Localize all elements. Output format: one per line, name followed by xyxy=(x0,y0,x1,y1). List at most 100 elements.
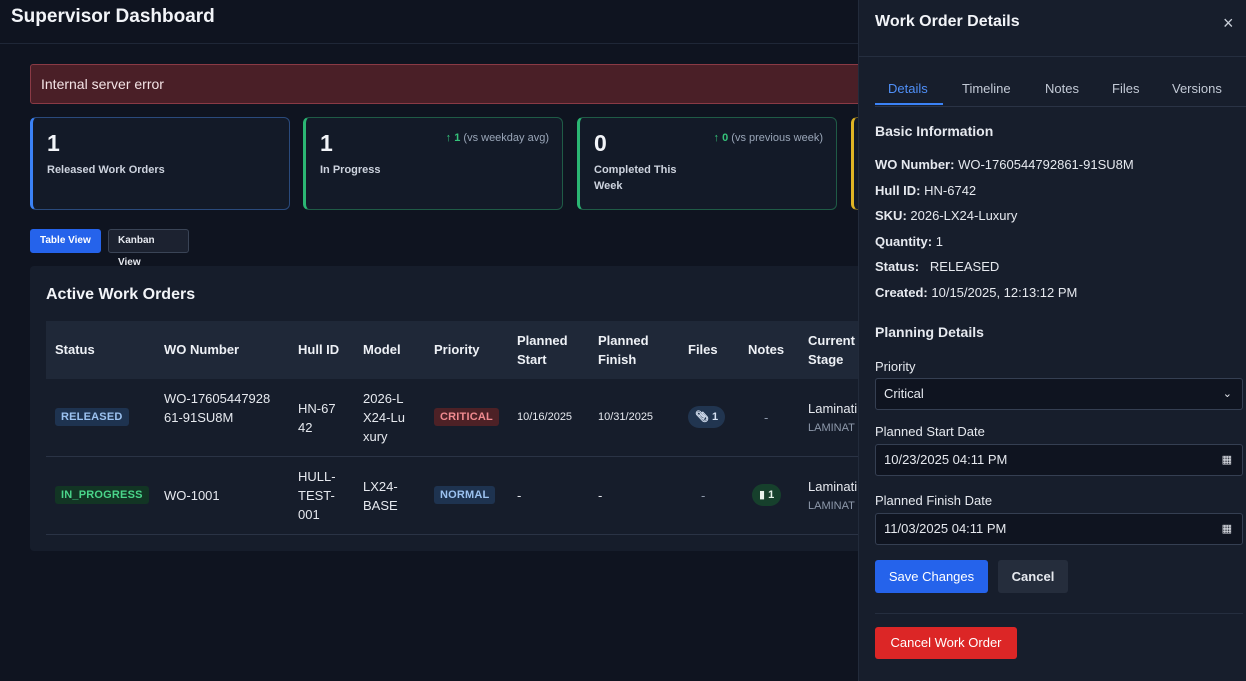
planned-finish: 10/31/2025 xyxy=(598,411,654,423)
planned-start: 10/16/2025 xyxy=(517,411,573,423)
stat-card-in-progress: 1 ↑ 1 (vs weekday avg) In Progress xyxy=(303,117,563,210)
stat-value: 1 xyxy=(320,130,333,156)
active-tab-indicator xyxy=(875,103,943,105)
cancel-work-order-button[interactable]: Cancel Work Order xyxy=(875,627,1017,659)
kv-value: 1 xyxy=(935,234,943,249)
col-files[interactable]: Files xyxy=(688,340,718,359)
stat-value: 1 xyxy=(47,130,60,156)
basic-info-heading: Basic Information xyxy=(875,123,994,139)
chevron-down-icon: ⌄ xyxy=(1222,388,1232,400)
delta-up: ↑ 1 xyxy=(445,132,461,144)
stat-value: 0 xyxy=(594,130,607,156)
calendar-icon[interactable]: ▦ xyxy=(1222,514,1232,544)
status-badge: RELEASED xyxy=(55,408,129,426)
start-date-input[interactable]: 10/23/2025 04:11 PM ▦ xyxy=(875,444,1243,476)
status-field: Status: RELEASED xyxy=(875,259,999,274)
kv-key: Created: xyxy=(875,285,928,300)
stat-label: In Progress xyxy=(320,164,381,176)
calendar-icon[interactable]: ▦ xyxy=(1222,445,1232,475)
col-planned-start[interactable]: Planned Start xyxy=(517,331,577,369)
paperclip-icon: 📎︎ xyxy=(695,411,709,423)
active-work-orders-panel: Active Work Orders Status WO Number Hull… xyxy=(30,266,890,551)
close-icon[interactable]: × xyxy=(1223,13,1234,34)
current-stage: Laminati xyxy=(808,401,858,416)
finish-date-value: 11/03/2025 04:11 PM xyxy=(884,521,1007,536)
table-view-button[interactable]: Table View xyxy=(30,229,101,253)
quantity-field: Quantity: 1 xyxy=(875,234,943,249)
tab-versions[interactable]: Versions xyxy=(1172,81,1222,96)
kv-key: Status: xyxy=(875,259,920,274)
delta-up: ↑ 0 xyxy=(713,132,729,144)
stat-delta: ↑ 1 (vs weekday avg) xyxy=(446,132,549,144)
current-stage-code: LAMINAT xyxy=(808,422,855,434)
hull-id: HULL-TEST-001 xyxy=(298,469,336,522)
stat-delta: ↑ 0 (vs previous week) xyxy=(714,132,823,144)
sku-field: SKU: 2026-LX24-Luxury xyxy=(875,208,1017,223)
kanban-view-button[interactable]: Kanban View xyxy=(108,229,189,268)
divider xyxy=(859,56,1246,57)
table-row[interactable]: IN_PROGRESS WO-1001 HULL-TEST-001 LX24-B… xyxy=(46,457,890,535)
kv-key: Quantity: xyxy=(875,234,933,249)
stat-label: Completed This Week xyxy=(594,164,677,192)
priority-value: Critical xyxy=(884,386,924,401)
col-priority[interactable]: Priority xyxy=(434,340,480,359)
col-wo-number[interactable]: WO Number xyxy=(164,340,239,359)
col-model[interactable]: Model xyxy=(363,340,401,359)
cancel-button[interactable]: Cancel xyxy=(998,560,1068,593)
priority-badge: NORMAL xyxy=(434,486,496,504)
col-notes[interactable]: Notes xyxy=(748,340,784,359)
planned-finish: - xyxy=(598,488,603,503)
start-date-label: Planned Start Date xyxy=(875,424,985,439)
kv-value: RELEASED xyxy=(929,259,1000,274)
notes-count-value: 1 xyxy=(768,489,775,501)
hull-id: HN-6742 xyxy=(298,401,336,435)
drawer-title: Work Order Details xyxy=(875,13,1020,30)
priority-select[interactable]: Critical ⌄ xyxy=(875,378,1243,410)
save-changes-button[interactable]: Save Changes xyxy=(875,560,988,593)
kv-key: SKU: xyxy=(875,208,907,223)
priority-label: Priority xyxy=(875,359,916,374)
model: LX24-BASE xyxy=(363,479,398,513)
kv-key: Hull ID: xyxy=(875,183,921,198)
hull-id-field: Hull ID: HN-6742 xyxy=(875,183,976,198)
kv-value: HN-6742 xyxy=(924,183,977,198)
wo-number: WO-1001 xyxy=(164,488,220,503)
tab-timeline[interactable]: Timeline xyxy=(962,81,1011,96)
stat-label: Released Work Orders xyxy=(47,164,165,176)
table-row[interactable]: RELEASED WO-1760544792861-91SU8M HN-6742… xyxy=(46,379,890,457)
work-order-details-drawer: Work Order Details × Details Timeline No… xyxy=(858,0,1246,681)
comment-icon: ▮ xyxy=(759,489,766,501)
files-count[interactable]: 📎︎ 1 xyxy=(688,406,726,428)
model: 2026-LX24-Luxury xyxy=(363,391,405,444)
table-header: Status WO Number Hull ID Model Priority … xyxy=(46,321,890,379)
planned-start: - xyxy=(517,488,522,503)
col-status[interactable]: Status xyxy=(55,340,95,359)
page-title: Supervisor Dashboard xyxy=(11,6,215,27)
finish-date-label: Planned Finish Date xyxy=(875,493,993,508)
kv-value: 10/15/2025, 12:13:12 PM xyxy=(931,285,1078,300)
delta-note: (vs weekday avg) xyxy=(463,132,549,144)
panel-title: Active Work Orders xyxy=(46,286,196,303)
col-planned-finish[interactable]: Planned Finish xyxy=(598,331,658,369)
col-hull-id[interactable]: Hull ID xyxy=(298,340,339,359)
files-count-value: 1 xyxy=(712,411,719,423)
notes-count[interactable]: ▮ 1 xyxy=(752,484,782,506)
status-badge: IN_PROGRESS xyxy=(55,486,149,504)
kv-key: WO Number: xyxy=(875,157,955,172)
finish-date-input[interactable]: 11/03/2025 04:11 PM ▦ xyxy=(875,513,1243,545)
wo-number-field: WO Number: WO-1760544792861-91SU8M xyxy=(875,157,1134,172)
tab-notes[interactable]: Notes xyxy=(1045,81,1079,96)
kv-value: WO-1760544792861-91SU8M xyxy=(958,157,1134,172)
start-date-value: 10/23/2025 04:11 PM xyxy=(884,452,1008,467)
stat-card-completed: 0 ↑ 0 (vs previous week) Completed This … xyxy=(577,117,837,210)
delta-note: (vs previous week) xyxy=(731,132,823,144)
wo-number: WO-1760544792861-91SU8M xyxy=(164,391,271,425)
divider xyxy=(875,613,1243,614)
stat-card-released: 1 Released Work Orders xyxy=(30,117,290,210)
error-banner: Internal server error xyxy=(30,64,890,104)
current-stage-code: LAMINAT xyxy=(808,500,855,512)
tab-details[interactable]: Details xyxy=(888,81,928,96)
drawer-tabs: Details Timeline Notes Files Versions xyxy=(875,70,1246,107)
tab-files[interactable]: Files xyxy=(1112,81,1139,96)
planning-heading: Planning Details xyxy=(875,324,984,340)
